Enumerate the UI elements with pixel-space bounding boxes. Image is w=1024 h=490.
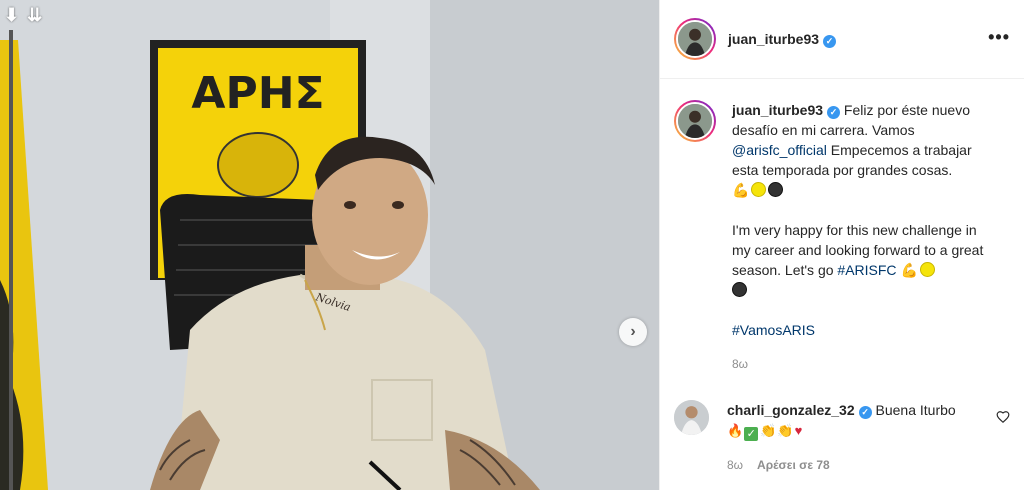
instagram-post-view: ΑΡΗΣ Nolvia ⬇ ⇊ › juan_iturbe93 ✓ ••• ju…	[0, 0, 1024, 490]
chevron-right-icon: ›	[630, 323, 636, 340]
yellow-circle-emoji-icon	[919, 262, 935, 277]
caption-username[interactable]: juan_iturbe93	[732, 102, 823, 118]
hashtag-vamosaris-link[interactable]: #VamosARIS	[732, 322, 815, 338]
comment-text: Buena Iturbo	[875, 402, 956, 418]
hashtag-arisfc-link[interactable]: #ARISFC	[837, 262, 896, 278]
comment-body: charli_gonzalez_32 ✓ Buena Iturbo 🔥 ✓ 👏👏♥	[727, 400, 957, 441]
comment-timestamp[interactable]: 8ω	[727, 458, 743, 472]
comment-item: charli_gonzalez_32 ✓ Buena Iturbo 🔥 ✓ 👏👏♥	[674, 400, 1014, 441]
photo-scene: ΑΡΗΣ Nolvia	[0, 0, 659, 490]
fire-emoji-icon: 🔥	[727, 423, 744, 438]
comment-meta: 8ω Αρέσει σε 78	[727, 458, 830, 472]
commenter-username[interactable]: charli_gonzalez_32	[727, 402, 855, 418]
more-options-button[interactable]: •••	[988, 28, 1010, 46]
flexed-biceps-emoji-icon: 💪	[900, 262, 918, 278]
caption-avatar-image	[678, 104, 712, 138]
check-mark-emoji-icon: ✓	[744, 427, 759, 441]
commenter-avatar[interactable]	[674, 400, 709, 435]
mention-link[interactable]: @arisfc_official	[732, 142, 827, 158]
next-photo-button[interactable]: ›	[619, 318, 647, 346]
author-avatar[interactable]	[674, 18, 716, 60]
sign-text: ΑΡΗΣ	[191, 68, 324, 119]
verified-badge-icon: ✓	[827, 106, 841, 119]
black-circle-emoji-icon	[768, 182, 784, 197]
comment-likes-count[interactable]: Αρέσει σε 78	[757, 458, 830, 472]
black-circle-emoji-icon	[732, 282, 747, 297]
double-down-arrow-icon[interactable]: ⇊	[27, 6, 42, 24]
caption-text: juan_iturbe93 ✓ Feliz por éste nuevo desa…	[732, 100, 992, 374]
yellow-circle-emoji-icon	[751, 182, 767, 197]
caption-avatar[interactable]	[674, 100, 716, 142]
post-photo[interactable]: ΑΡΗΣ Nolvia ⬇ ⇊ ›	[0, 0, 659, 490]
red-heart-emoji-icon: ♥	[794, 423, 803, 438]
clapping-hands-emoji-icon: 👏	[760, 423, 777, 438]
commenter-avatar-image	[674, 400, 709, 435]
caption-timestamp[interactable]: 8ω	[732, 354, 992, 374]
post-caption: juan_iturbe93 ✓ Feliz por éste nuevo desa…	[674, 100, 1014, 374]
verified-badge-icon: ✓	[858, 406, 872, 419]
author-username[interactable]: juan_iturbe93 ✓	[728, 31, 837, 48]
heart-outline-icon[interactable]	[996, 410, 1010, 424]
post-details-panel: juan_iturbe93 ✓ ••• juan_iturbe93 ✓ Feliz …	[659, 0, 1024, 490]
clapping-hands-emoji-icon: 👏	[777, 423, 794, 438]
download-arrow-icon[interactable]: ⬇	[4, 6, 19, 24]
photo-corner-icons: ⬇ ⇊	[4, 6, 42, 24]
flexed-biceps-emoji-icon: 💪	[732, 182, 750, 198]
author-avatar-image	[678, 22, 712, 56]
verified-badge-icon: ✓	[823, 34, 837, 48]
post-header: juan_iturbe93 ✓ •••	[660, 0, 1024, 79]
